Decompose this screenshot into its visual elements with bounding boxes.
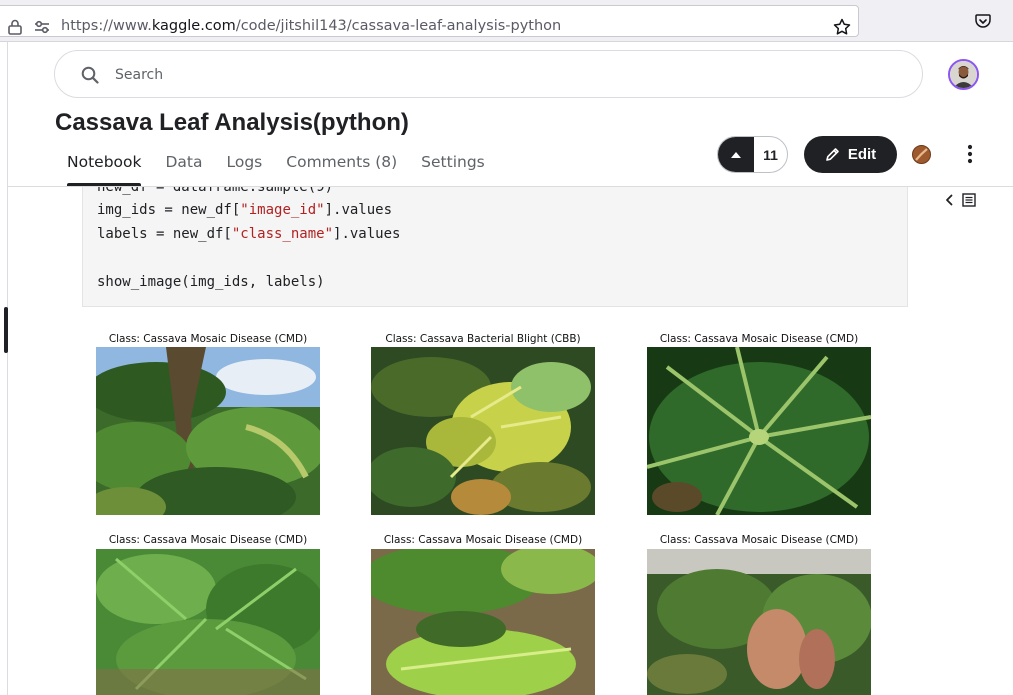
search-bar[interactable] [54, 50, 923, 98]
permissions-icon[interactable] [34, 20, 50, 34]
search-icon [81, 66, 99, 84]
code-token: ].values [324, 202, 393, 218]
code-token: img_ids = new_df[ [97, 202, 241, 218]
cassava-leaf-image [371, 549, 595, 695]
lock-icon[interactable] [8, 19, 22, 35]
code-token: labels = new_df[ [97, 226, 232, 242]
browser-toolbar: https://www.kaggle.com/code/jitshil143/c… [0, 0, 1013, 42]
url-domain: kaggle.com [151, 18, 236, 34]
collapse-icon[interactable] [944, 194, 954, 206]
vote-count[interactable]: 11 [754, 137, 787, 172]
code-line-2: labels = new_df["class_name"].values [97, 226, 400, 242]
image-caption: Class: Cassava Bacterial Blight (CBB) [385, 333, 581, 345]
address-bar[interactable]: https://www.kaggle.com/code/jitshil143/c… [0, 5, 859, 37]
upvote-icon [731, 151, 741, 158]
pencil-icon [826, 148, 839, 161]
image-caption: Class: Cassava Mosaic Disease (CMD) [108, 534, 308, 546]
code-token: ].values [333, 226, 401, 242]
upvote-button[interactable] [718, 137, 754, 172]
code-line-4: show_image(img_ids, labels) [97, 274, 325, 290]
image-caption: Class: Cassava Mosaic Disease (CMD) [659, 534, 859, 546]
table-of-contents-icon[interactable] [962, 193, 976, 207]
code-line-1: img_ids = new_df["image_id"].values [97, 202, 392, 218]
bookmark-star-icon[interactable] [833, 18, 851, 36]
url-path: /code/jitshil143/cassava-leaf-analysis-p… [235, 18, 562, 34]
code-string: "class_name" [231, 226, 334, 242]
tab-settings[interactable]: Settings [421, 153, 485, 187]
upvote-control: 11 [717, 136, 788, 173]
avatar[interactable] [948, 59, 979, 90]
tab-comments[interactable]: Comments (8) [286, 153, 397, 187]
tab-logs[interactable]: Logs [227, 153, 263, 187]
code-string: "image_id" [240, 202, 325, 218]
cell-focus-marker [4, 307, 8, 353]
cassava-leaf-image [647, 347, 871, 515]
tab-notebook[interactable]: Notebook [67, 153, 142, 187]
code-cell[interactable]: new_df = dataframe.sample(9) img_ids = n… [82, 187, 908, 307]
page-title: Cassava Leaf Analysis(python) [55, 109, 409, 136]
notebook-tabs: Notebook Data Logs Comments (8) Settings [67, 153, 509, 187]
search-input[interactable] [115, 65, 895, 85]
left-border [7, 42, 8, 695]
pocket-icon[interactable] [975, 13, 991, 29]
url-prefix: https://www. [61, 18, 152, 34]
code-line-0: new_df = dataframe.sample(9) [97, 187, 334, 195]
cassava-leaf-image [647, 549, 871, 695]
image-caption: Class: Cassava Mosaic Disease (CMD) [108, 333, 308, 345]
url-text[interactable]: https://www.kaggle.com/code/jitshil143/c… [61, 18, 561, 34]
image-caption: Class: Cassava Mosaic Disease (CMD) [659, 333, 859, 345]
cassava-leaf-image [371, 347, 595, 515]
tab-data[interactable]: Data [165, 153, 202, 187]
cassava-leaf-image [96, 347, 320, 515]
image-caption: Class: Cassava Mosaic Disease (CMD) [383, 534, 583, 546]
cassava-leaf-image [96, 549, 320, 695]
edit-label: Edit [847, 146, 877, 163]
edit-button[interactable]: Edit [804, 136, 897, 173]
kernel-status-icon[interactable] [912, 145, 931, 164]
more-options-icon[interactable] [965, 144, 975, 164]
